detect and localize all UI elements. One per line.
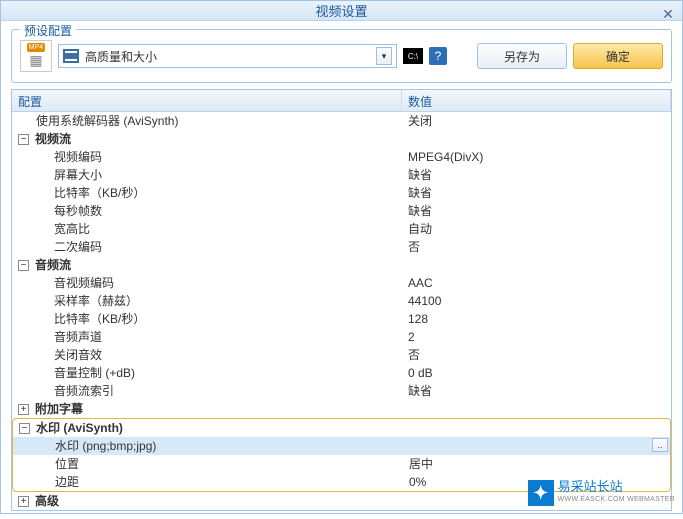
group-label: 视频流 (35, 130, 71, 148)
setting-label: 宽高比 (54, 220, 90, 238)
grid-body[interactable]: 使用系统解码器 (AviSynth)关闭−视频流视频编码MPEG4(DivX)屏… (12, 112, 671, 510)
site-watermark: ✦ 易采站长站 WWW.EASCK.COM WEBMASTER (528, 480, 675, 506)
group-row[interactable]: −视频流 (12, 130, 671, 148)
mp4-format-icon: MP4 ▦ (20, 40, 52, 72)
setting-label: 比特率（KB/秒） (54, 310, 145, 328)
video-settings-window: 视频设置 ✕ 预设配置 MP4 ▦ 高质量和大小 ▾ C:\ ? 另存为 确定 (0, 0, 683, 514)
setting-value[interactable]: 自动 (402, 220, 671, 238)
save-as-button[interactable]: 另存为 (477, 43, 567, 69)
titlebar: 视频设置 ✕ (1, 1, 682, 21)
setting-row[interactable]: 屏幕大小 缺省 (12, 166, 671, 184)
setting-row[interactable]: 水印 (png;bmp;jpg).. (13, 437, 670, 455)
setting-value[interactable]: 否 (402, 238, 671, 256)
setting-value[interactable]: AAC (402, 274, 671, 292)
logo-icon: ✦ (528, 480, 554, 506)
group-row[interactable]: + 附加字幕 (12, 400, 671, 418)
setting-row[interactable]: 音频声道 2 (12, 328, 671, 346)
header-config: 配置 (12, 90, 402, 111)
preset-legend: 预设配置 (20, 22, 76, 39)
logo-subtext: WWW.EASCK.COM WEBMASTER (558, 493, 675, 506)
setting-label: 使用系统解码器 (AviSynth) (36, 112, 178, 130)
cmd-icon[interactable]: C:\ (403, 48, 423, 64)
setting-label: 每秒帧数 (54, 202, 102, 220)
window-title: 视频设置 (315, 1, 367, 20)
setting-label: 音频声道 (54, 328, 102, 346)
header-value: 数值 (402, 90, 671, 111)
setting-row[interactable]: 比特率（KB/秒） 128 (12, 310, 671, 328)
grid-header: 配置 数值 (12, 90, 671, 112)
setting-value (402, 400, 671, 418)
setting-row[interactable]: 音量控制 (+dB) 0 dB (12, 364, 671, 382)
setting-value (402, 130, 671, 148)
ok-button[interactable]: 确定 (573, 43, 663, 69)
setting-label: 音视频编码 (54, 274, 114, 292)
browse-button[interactable]: .. (652, 438, 668, 452)
setting-value[interactable]: 44100 (402, 292, 671, 310)
setting-label: 比特率（KB/秒） (54, 184, 145, 202)
group-label: 附加字幕 (35, 400, 83, 418)
setting-row[interactable]: 每秒帧数 缺省 (12, 202, 671, 220)
setting-label: 音量控制 (+dB) (54, 364, 135, 382)
setting-value[interactable]: 2 (402, 328, 671, 346)
preset-fieldset: 预设配置 MP4 ▦ 高质量和大小 ▾ C:\ ? 另存为 确定 (11, 29, 672, 83)
group-row[interactable]: −水印 (AviSynth) (13, 419, 670, 437)
expand-icon[interactable]: + (18, 404, 29, 415)
group-label: 水印 (AviSynth) (36, 419, 123, 437)
logo-text: 易采站长站 (558, 480, 675, 493)
setting-row[interactable]: 视频编码 MPEG4(DivX) (12, 148, 671, 166)
setting-row[interactable]: 关闭音效 否 (12, 346, 671, 364)
film-icon (63, 49, 79, 63)
setting-value[interactable]: 关闭 (402, 112, 671, 130)
setting-value (402, 256, 671, 274)
setting-row[interactable]: 比特率（KB/秒） 缺省 (12, 184, 671, 202)
setting-label: 水印 (png;bmp;jpg) (55, 437, 156, 455)
settings-grid: 配置 数值 使用系统解码器 (AviSynth)关闭−视频流视频编码MPEG4(… (11, 89, 672, 511)
setting-value[interactable]: 缺省 (402, 382, 671, 400)
setting-value[interactable]: 居中 (403, 455, 670, 473)
setting-row[interactable]: 采样率（赫兹） 44100 (12, 292, 671, 310)
setting-label: 视频编码 (54, 148, 102, 166)
setting-value[interactable]: 缺省 (402, 202, 671, 220)
setting-value[interactable]: 128 (402, 310, 671, 328)
preset-selected-text: 高质量和大小 (85, 48, 376, 65)
group-label: 高级 (35, 492, 59, 510)
setting-row[interactable]: 音频流索引 缺省 (12, 382, 671, 400)
setting-row[interactable]: 宽高比 自动 (12, 220, 671, 238)
setting-value (403, 419, 670, 437)
collapse-icon[interactable]: − (18, 260, 29, 271)
group-row[interactable]: −音频流 (12, 256, 671, 274)
close-icon[interactable]: ✕ (660, 7, 676, 23)
setting-row[interactable]: 音视频编码 AAC (12, 274, 671, 292)
setting-value[interactable]: 否 (402, 346, 671, 364)
collapse-icon[interactable]: − (19, 423, 30, 434)
setting-value[interactable]: .. (403, 437, 670, 455)
chevron-down-icon[interactable]: ▾ (376, 47, 392, 65)
setting-value[interactable]: 缺省 (402, 166, 671, 184)
setting-row[interactable]: 使用系统解码器 (AviSynth) 关闭 (12, 112, 671, 130)
setting-row[interactable]: 位置 居中 (13, 455, 670, 473)
setting-label: 位置 (55, 455, 79, 473)
collapse-icon[interactable]: − (18, 134, 29, 145)
preset-dropdown[interactable]: 高质量和大小 ▾ (58, 44, 397, 68)
setting-label: 采样率（赫兹） (54, 292, 138, 310)
expand-icon[interactable]: + (18, 496, 29, 507)
help-icon[interactable]: ? (429, 47, 447, 65)
setting-label: 音频流索引 (54, 382, 114, 400)
setting-label: 边距 (55, 473, 79, 491)
setting-value[interactable]: 0 dB (402, 364, 671, 382)
setting-label: 二次编码 (54, 238, 102, 256)
setting-value[interactable]: 缺省 (402, 184, 671, 202)
setting-label: 关闭音效 (54, 346, 102, 364)
setting-label: 屏幕大小 (54, 166, 102, 184)
setting-row[interactable]: 二次编码 否 (12, 238, 671, 256)
setting-value[interactable]: MPEG4(DivX) (402, 148, 671, 166)
group-label: 音频流 (35, 256, 71, 274)
